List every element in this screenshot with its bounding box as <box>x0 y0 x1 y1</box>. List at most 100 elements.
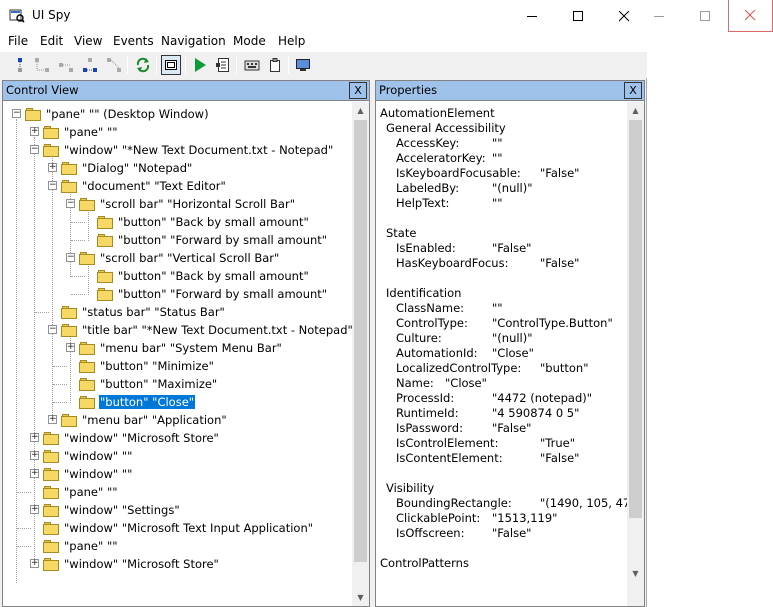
menu-events[interactable]: Events <box>113 34 154 48</box>
property-value: "4 590874 0 5" <box>492 406 580 420</box>
minimize-button[interactable] <box>509 0 555 32</box>
tree-node[interactable]: "button" "Forward by small amount" <box>97 285 328 303</box>
tree-node[interactable]: "window" "Microsoft Store" <box>43 555 220 573</box>
collapse-icon[interactable]: − <box>30 145 39 154</box>
menu-edit[interactable]: Edit <box>40 34 63 48</box>
property-name: RuntimeId: <box>396 406 459 420</box>
navigate-parent-button[interactable] <box>10 55 30 75</box>
tree-node[interactable]: "pane" "" <box>43 537 119 555</box>
expand-icon[interactable]: + <box>30 505 39 514</box>
start-events-button[interactable] <box>190 55 210 75</box>
control-tree[interactable]: − "pane" "" (Desktop Window) + "pane" "" − "w… <box>3 102 352 606</box>
scroll-up-arrow-icon[interactable]: ▲ <box>627 102 644 119</box>
background-minimize-button[interactable] <box>636 0 682 32</box>
expand-icon[interactable]: + <box>30 127 39 136</box>
tree-node[interactable]: "pane" "" <box>43 483 119 501</box>
tree-node[interactable]: "menu bar" "System Menu Bar" <box>79 339 283 357</box>
tree-node[interactable]: "button" "Close" <box>79 393 196 411</box>
scroll-down-arrow-icon[interactable]: ▼ <box>352 589 369 606</box>
maximize-icon <box>699 10 710 21</box>
refresh-button[interactable] <box>133 55 153 75</box>
tree-node[interactable]: "button" "Minimize" <box>79 357 215 375</box>
properties-close-button[interactable]: X <box>624 82 642 99</box>
tree-node[interactable]: "scroll bar" "Horizontal Scroll Bar" <box>79 195 296 213</box>
property-value: "False" <box>540 256 580 270</box>
property-value: "" <box>492 136 503 150</box>
tree-node[interactable]: "button" "Maximize" <box>79 375 218 393</box>
navigate-last-child-button[interactable] <box>104 55 124 75</box>
tree-node[interactable]: "button" "Back by small amount" <box>97 213 310 231</box>
event-log-button[interactable] <box>213 55 233 75</box>
menu-mode[interactable]: Mode <box>233 34 266 48</box>
properties-list[interactable]: AutomationElement General Accessibility Ac… <box>376 102 627 606</box>
tree-node[interactable]: "Dialog" "Notepad" <box>61 159 193 177</box>
screenshot-button[interactable] <box>293 55 313 75</box>
scroll-down-arrow-icon[interactable]: ▼ <box>627 565 644 582</box>
collapse-icon[interactable]: − <box>66 199 75 208</box>
scroll-up-arrow-icon[interactable]: ▲ <box>352 102 369 119</box>
expand-icon[interactable]: + <box>30 451 39 460</box>
tree-connector <box>16 119 17 583</box>
highlight-toggle-button[interactable] <box>161 55 181 75</box>
background-maximize-button[interactable] <box>682 0 728 32</box>
folder-icon <box>79 251 95 265</box>
menu-view[interactable]: View <box>74 34 102 48</box>
navigate-first-child-button[interactable] <box>32 55 52 75</box>
tree-parent-icon <box>18 58 22 72</box>
navigate-previous-sibling-button[interactable] <box>80 55 100 75</box>
collapse-icon[interactable]: − <box>12 109 21 118</box>
tree-node[interactable]: "button" "Back by small amount" <box>97 267 310 285</box>
expand-icon[interactable]: + <box>66 343 75 352</box>
maximize-button[interactable] <box>555 0 601 32</box>
tree-node[interactable]: "document" "Text Editor" <box>61 177 227 195</box>
monitor-icon <box>296 59 310 71</box>
tree-node[interactable]: "window" "Settings" <box>43 501 181 519</box>
tree-node[interactable]: "window" "" <box>43 447 133 465</box>
control-view-scrollbar[interactable]: ▲ ▼ <box>352 102 369 606</box>
tree-node[interactable]: "title bar" "*New Text Document.txt - No… <box>61 321 352 339</box>
properties-title: Properties <box>379 83 438 97</box>
menu-help[interactable]: Help <box>278 34 305 48</box>
focus-tracking-button[interactable] <box>265 55 285 75</box>
tree-node[interactable]: "button" "Forward by small amount" <box>97 231 328 249</box>
tree-node[interactable]: "window" "" <box>43 465 133 483</box>
scroll-thumb[interactable] <box>629 120 642 518</box>
folder-icon <box>97 233 113 247</box>
tree-node[interactable]: "pane" "" <box>43 123 119 141</box>
navigate-next-sibling-button[interactable] <box>56 55 76 75</box>
tree-node[interactable]: "pane" "" (Desktop Window) <box>25 105 210 123</box>
tree-node[interactable]: "window" "Microsoft Text Input Applicati… <box>43 519 314 537</box>
tree-connector <box>53 402 67 403</box>
expand-icon[interactable]: + <box>30 469 39 478</box>
property-name: AccessKey: <box>396 136 460 150</box>
tree-node-label: "pane" "" (Desktop Window) <box>46 107 209 121</box>
property-name: IsPassword: <box>396 421 463 435</box>
expand-icon[interactable]: + <box>30 559 39 568</box>
folder-icon <box>43 467 59 481</box>
folder-icon <box>61 323 77 337</box>
control-view-close-button[interactable]: X <box>349 82 367 99</box>
property-value: "" <box>492 196 503 210</box>
title-bar[interactable]: UI Spy <box>0 0 647 32</box>
tree-node[interactable]: "scroll bar" "Vertical Scroll Bar" <box>79 249 280 267</box>
menu-file[interactable]: File <box>8 34 28 48</box>
tree-node[interactable]: "menu bar" "Application" <box>61 411 228 429</box>
background-close-button[interactable] <box>728 0 773 32</box>
menu-navigation[interactable]: Navigation <box>161 34 226 48</box>
property-value: "(null)" <box>492 331 533 345</box>
collapse-icon[interactable]: − <box>48 181 57 190</box>
tree-node[interactable]: "status bar" "Status Bar" <box>61 303 226 321</box>
hover-mode-button[interactable] <box>242 55 262 75</box>
expand-icon[interactable]: + <box>48 163 57 172</box>
properties-scrollbar[interactable]: ▲ ▼ <box>627 102 644 606</box>
toolbar-separator <box>156 56 157 74</box>
tree-node-label: "menu bar" "Application" <box>82 413 227 427</box>
scroll-thumb[interactable] <box>354 120 367 562</box>
folder-icon <box>43 539 59 553</box>
tree-node[interactable]: "window" "Microsoft Store" <box>43 429 220 447</box>
collapse-icon[interactable]: − <box>66 253 75 262</box>
expand-icon[interactable]: + <box>48 415 57 424</box>
expand-icon[interactable]: + <box>30 433 39 442</box>
tree-node[interactable]: "window" "*New Text Document.txt - Notep… <box>43 141 334 159</box>
collapse-icon[interactable]: − <box>48 325 57 334</box>
